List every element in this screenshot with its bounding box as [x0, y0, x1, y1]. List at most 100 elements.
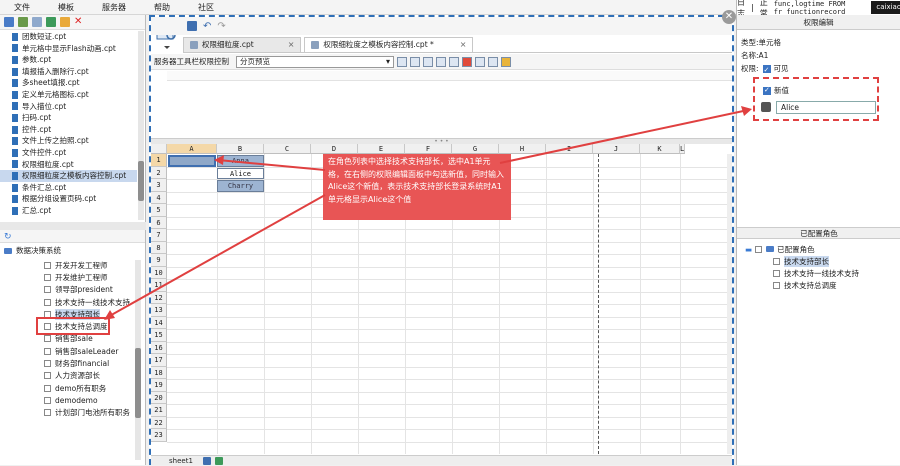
save-icon[interactable]	[187, 21, 197, 31]
next-page-icon[interactable]	[436, 56, 446, 67]
row-header[interactable]: 12	[151, 291, 167, 304]
root-checkbox[interactable]	[755, 245, 763, 253]
formula-icon[interactable]	[761, 102, 771, 112]
tab-template-2[interactable]: 权限细粒度之模板内容控制.cpt * ×	[304, 37, 474, 52]
row-header[interactable]: 14	[151, 316, 167, 329]
cell-b3[interactable]: Charry	[217, 180, 264, 192]
column-header[interactable]: H	[499, 144, 546, 154]
grid-corner[interactable]	[151, 144, 167, 154]
row-header[interactable]: 11	[151, 279, 167, 292]
column-header[interactable]: G	[452, 144, 499, 154]
menu-server[interactable]: 服务器	[88, 2, 140, 13]
new-value-checkbox[interactable]	[763, 86, 771, 95]
tab-template-1[interactable]: 权限细粒度.cpt ×	[183, 37, 302, 52]
page-number-icon[interactable]	[423, 56, 433, 67]
tree-scrollbar[interactable]	[138, 31, 144, 220]
row-header[interactable]: 21	[151, 404, 167, 417]
role-checkbox[interactable]	[44, 372, 51, 380]
row-header[interactable]: 19	[151, 379, 167, 392]
row-header[interactable]: 13	[151, 304, 167, 317]
column-header[interactable]: I	[546, 144, 593, 154]
menu-file[interactable]: 文件	[0, 2, 44, 13]
role-checkbox[interactable]	[44, 335, 51, 343]
role-checkbox[interactable]	[44, 298, 51, 306]
row-header[interactable]: 17	[151, 354, 167, 367]
role-item[interactable]: 开发开发工程师	[0, 259, 145, 271]
cell-a1-selected[interactable]	[168, 155, 216, 167]
refresh-icon[interactable]	[18, 17, 28, 27]
template-tree-item[interactable]: 权限细粒度.cpt	[0, 159, 137, 171]
row-header[interactable]: 2	[151, 166, 167, 179]
role-scroll-thumb[interactable]	[135, 348, 141, 418]
template-tree-item[interactable]: 导入描位.cpt	[0, 101, 137, 113]
role-checkbox[interactable]	[44, 396, 51, 404]
role-checkbox[interactable]	[44, 409, 51, 417]
role-item[interactable]: 开发维护工程师	[0, 271, 145, 283]
new-value-input[interactable]: Alice	[776, 101, 876, 114]
template-tree-item[interactable]: 汇总.cpt	[0, 205, 137, 217]
role-checkbox[interactable]	[44, 273, 51, 281]
column-header[interactable]: A	[167, 144, 217, 154]
template-tree-item[interactable]: 条件汇总.cpt	[0, 182, 137, 194]
menu-community[interactable]: 社区	[184, 2, 228, 13]
role-checkbox[interactable]	[44, 360, 51, 368]
role-checkbox[interactable]	[44, 286, 51, 294]
role-root[interactable]: 数据决策系统	[0, 243, 145, 259]
refresh-icon[interactable]: ↻	[4, 232, 12, 242]
row-header[interactable]: 4	[151, 191, 167, 204]
template-tree-item[interactable]: 填报插入删除行.cpt	[0, 66, 137, 78]
column-header[interactable]: F	[405, 144, 452, 154]
template-tree-item[interactable]: 参数.cpt	[0, 54, 137, 66]
undo-icon[interactable]: ↶	[203, 21, 211, 32]
template-tree-item[interactable]: 扫码.cpt	[0, 112, 137, 124]
role-item[interactable]: 财务部financial	[0, 357, 145, 369]
role-checkbox[interactable]	[44, 261, 51, 269]
role-checkbox[interactable]	[44, 347, 51, 355]
template-tree-item[interactable]: 多sheet填报.cpt	[0, 77, 137, 89]
close-icon[interactable]: ×	[460, 38, 467, 52]
template-tree-item[interactable]: 团数短证.cpt	[0, 31, 137, 43]
row-header[interactable]: 6	[151, 216, 167, 229]
role-scrollbar[interactable]	[135, 260, 141, 460]
left-splitter[interactable]	[0, 222, 146, 230]
role-item[interactable]: 技术支持一线技术支持	[0, 296, 145, 308]
row-header[interactable]: 15	[151, 329, 167, 342]
row-header[interactable]: 22	[151, 416, 167, 429]
row-header[interactable]: 1	[151, 154, 167, 167]
cell-b2[interactable]: Alice	[217, 167, 264, 179]
close-icon[interactable]: ×	[288, 38, 295, 52]
column-header[interactable]: L	[680, 144, 686, 154]
row-header[interactable]: 7	[151, 229, 167, 242]
template-tree-item[interactable]: 根据分组设置页码.cpt	[0, 193, 137, 205]
prev-page-icon[interactable]	[410, 56, 420, 67]
preview-mode-select[interactable]: 分页预览	[236, 55, 394, 68]
role-checkbox[interactable]	[773, 257, 780, 265]
template-tree-item[interactable]: 文件控件.cpt	[0, 147, 137, 159]
column-header[interactable]: J	[593, 144, 640, 154]
role-item[interactable]: 销售部saleLeader	[0, 345, 145, 357]
role-item[interactable]: 人力资源部长	[0, 370, 145, 382]
last-page-icon[interactable]	[449, 56, 459, 67]
user-badge[interactable]: caixiaolan	[871, 1, 900, 14]
menu-help[interactable]: 帮助	[140, 2, 184, 13]
configured-role-item[interactable]: 技术支持总调度	[737, 279, 900, 291]
row-header[interactable]: 18	[151, 366, 167, 379]
template-tree-item[interactable]: 控件.cpt	[0, 124, 137, 136]
configured-role-item[interactable]: 技术支持部长	[737, 255, 900, 267]
add-chart-sheet-icon[interactable]	[215, 457, 224, 465]
email-icon[interactable]	[501, 56, 511, 67]
tree-scroll-thumb[interactable]	[138, 161, 144, 201]
column-header[interactable]: E	[358, 144, 405, 154]
column-header[interactable]: D	[311, 144, 358, 154]
first-page-icon[interactable]	[397, 56, 407, 67]
row-header[interactable]: 10	[151, 266, 167, 279]
row-header[interactable]: 5	[151, 204, 167, 217]
row-header[interactable]: 20	[151, 391, 167, 404]
new-folder-icon[interactable]	[4, 17, 14, 27]
menu-template[interactable]: 模板	[44, 2, 88, 13]
print-icon[interactable]	[475, 56, 485, 67]
template-tree-item[interactable]: 文件上传之拍照.cpt	[0, 135, 137, 147]
sheet-tab[interactable]: sheet1	[151, 457, 193, 465]
export-icon[interactable]	[488, 56, 498, 67]
cell-b1[interactable]: Anna	[217, 155, 264, 167]
